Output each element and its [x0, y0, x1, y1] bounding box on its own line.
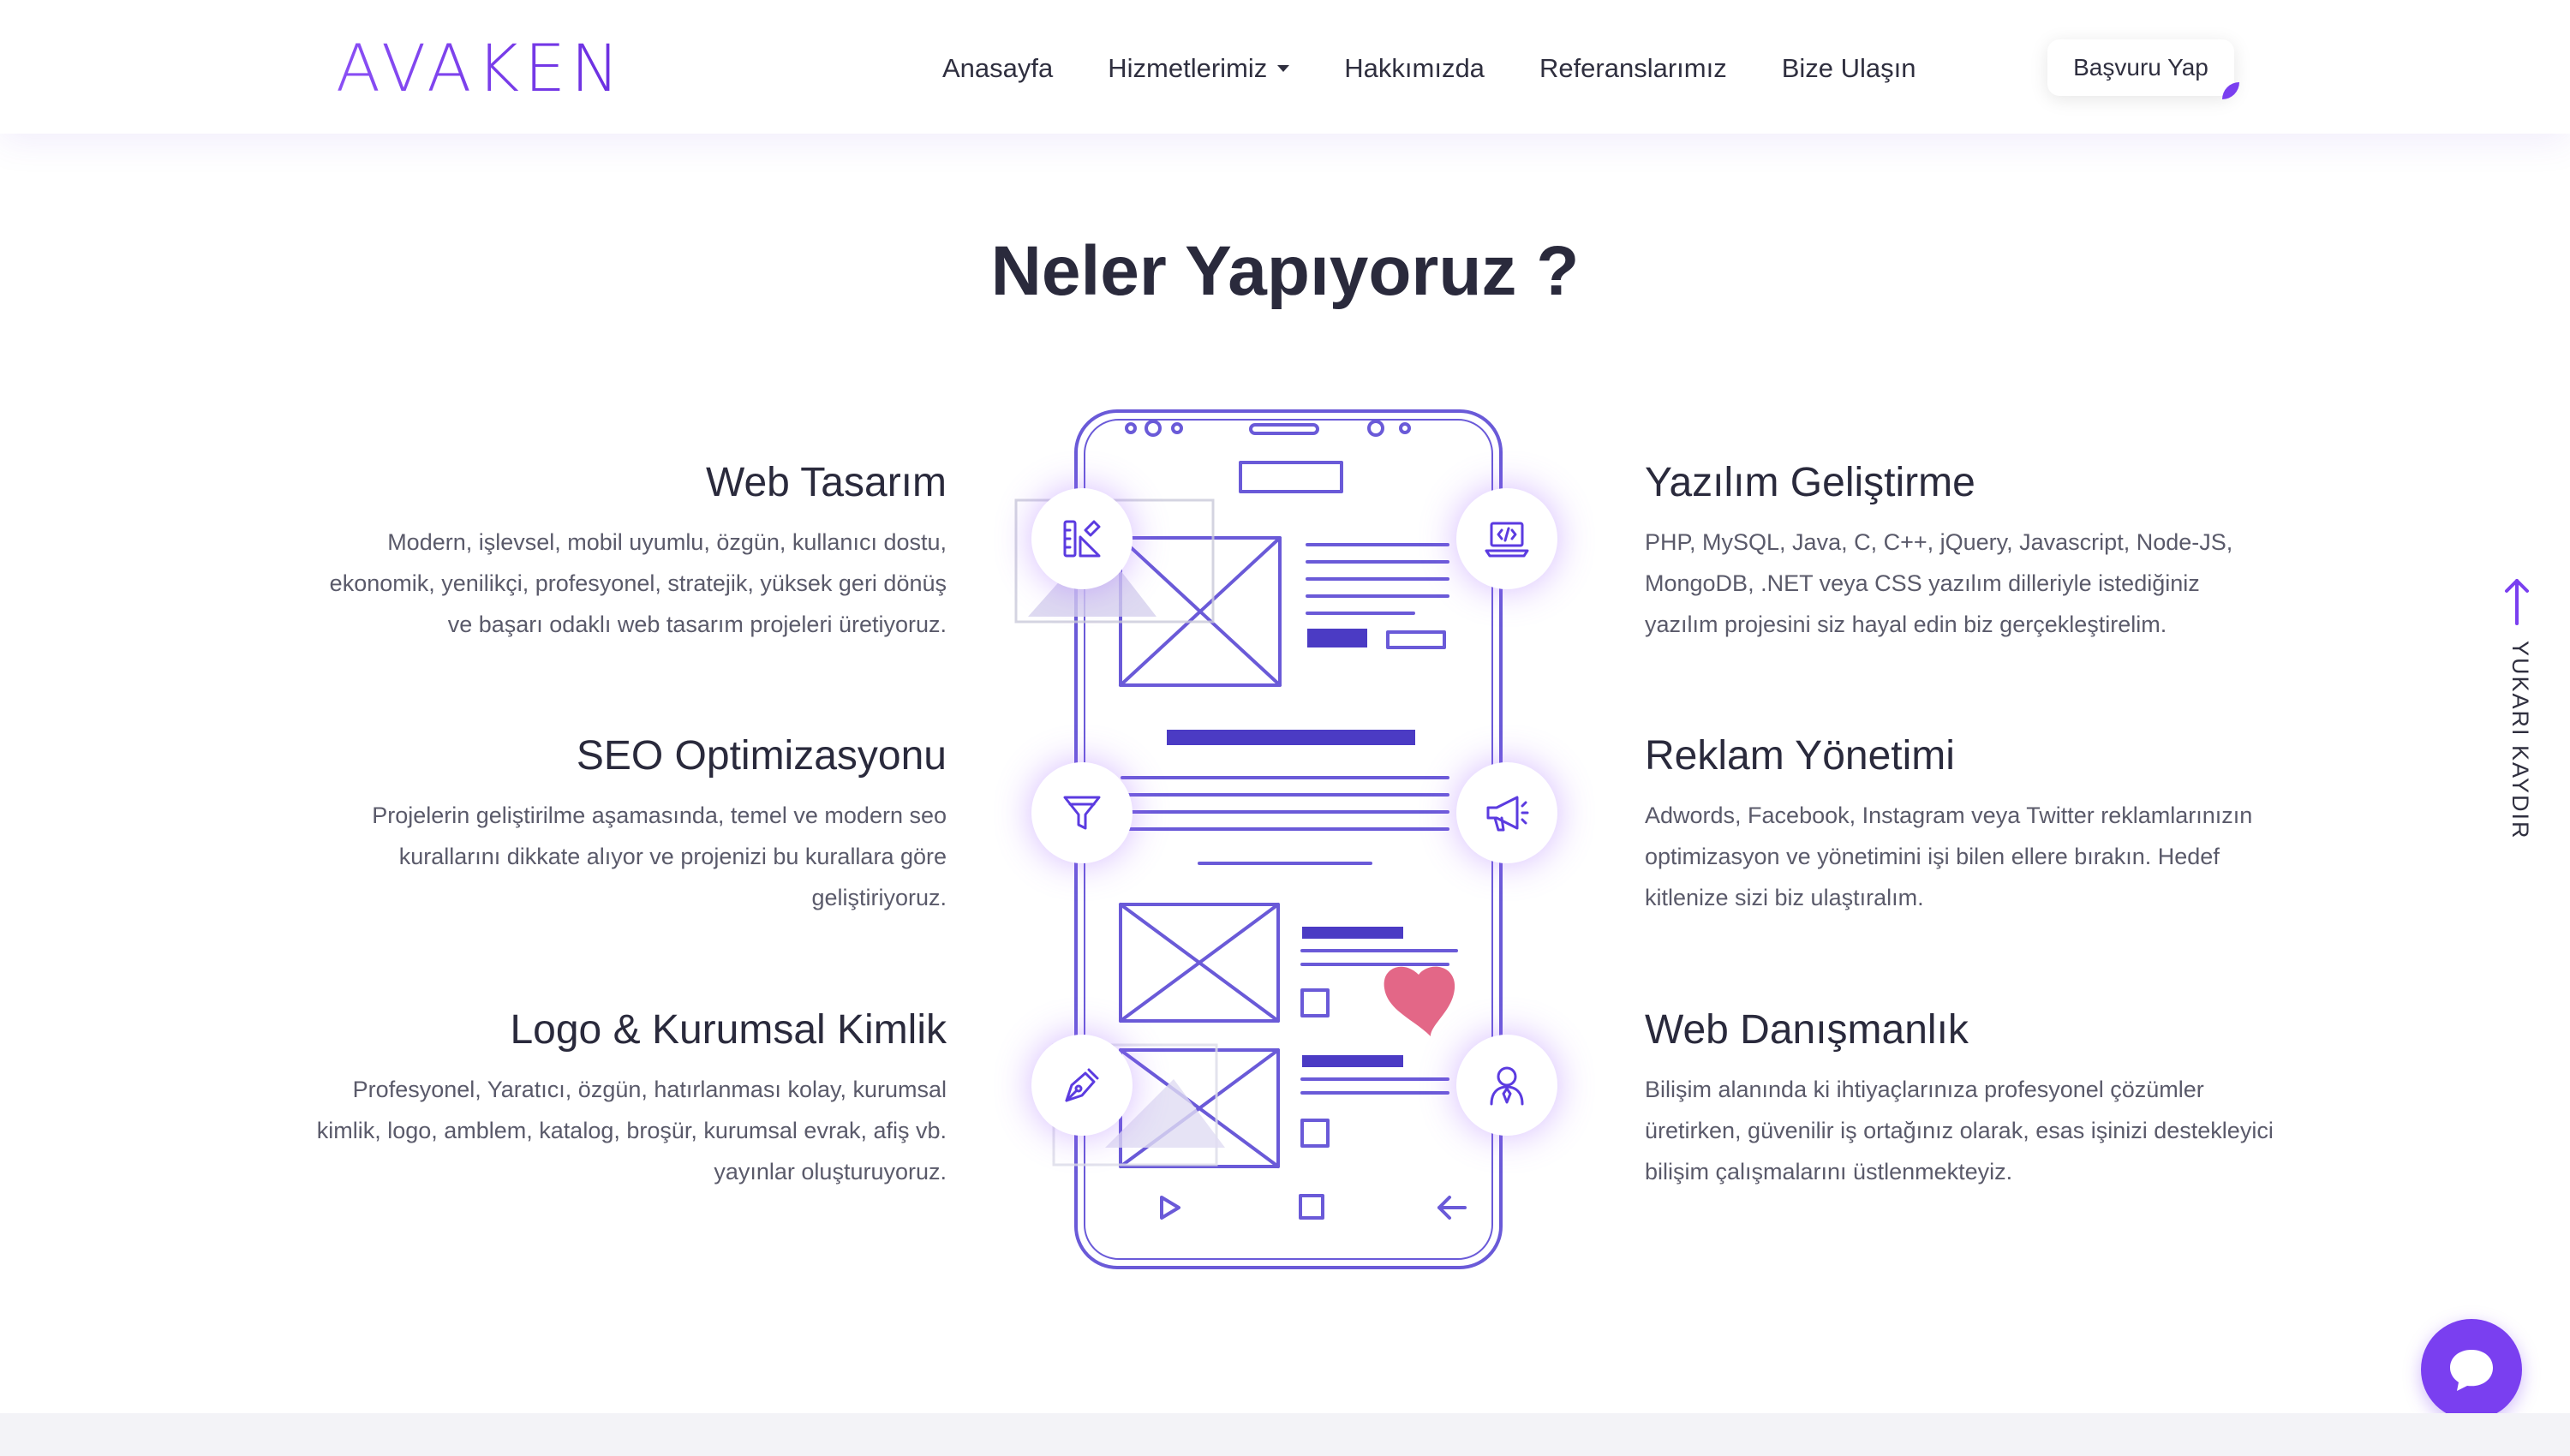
service-title: Reklam Yönetimi [1645, 733, 1955, 779]
service-description: Bilişim alanında ki ihtiyaçlarınıza prof… [1645, 1077, 2274, 1184]
scroll-to-top-label: YUKARI KAYDIR [2507, 641, 2533, 840]
service-ads: Reklam Yönetimi Adwords, Facebook, Insta… [1645, 732, 2279, 918]
service-title: Web Danışmanlık [1645, 1007, 1969, 1053]
nav-item-services[interactable]: Hizmetlerimiz [1108, 53, 1290, 84]
chevron-down-icon [1277, 65, 1290, 72]
megaphone-icon [1456, 762, 1557, 863]
accent-dot [2222, 82, 2239, 99]
nav-item-label: Anasayfa [942, 53, 1054, 83]
nav-item-home[interactable]: Anasayfa [942, 53, 1053, 84]
service-seo: SEO Optimizasyonu Projelerin geliştirilm… [313, 732, 947, 918]
design-tools-icon [1031, 488, 1133, 589]
main-nav: Anasayfa Hizmetlerimiz Hakkımızda Refera… [942, 45, 1916, 92]
nav-item-label: Hizmetlerimiz [1108, 53, 1268, 83]
consultant-user-icon [1456, 1035, 1557, 1136]
apply-button[interactable]: Başvuru Yap [2047, 39, 2239, 99]
nav-item-references[interactable]: Referanslarımız [1539, 53, 1727, 84]
apply-button-label: Başvuru Yap [2073, 54, 2208, 81]
funnel-icon [1031, 762, 1133, 863]
nav-item-label: Bize Ulaşın [1781, 53, 1916, 83]
section-title: Neler Yapıyoruz ? [990, 232, 1580, 310]
brand-logo[interactable]: AVAKEN [336, 30, 625, 106]
nav-item-contact[interactable]: Bize Ulaşın [1782, 53, 1916, 84]
pen-nib-icon [1031, 1035, 1133, 1136]
service-description: Adwords, Facebook, Instagram veya Twitte… [1645, 803, 2253, 910]
service-consulting: Web Danışmanlık Bilişim alanında ki ihti… [1645, 1006, 2279, 1192]
arrow-up-icon [2505, 579, 2529, 625]
chat-bubble-icon [2450, 1350, 2493, 1391]
chat-button[interactable] [2421, 1319, 2522, 1420]
site-header: AVAKEN Anasayfa Hizmetlerimiz Hakkımızda… [0, 0, 2570, 134]
phone-illustration [1002, 403, 1559, 1276]
service-description: PHP, MySQL, Java, C, C++, jQuery, Javasc… [1645, 529, 2233, 637]
next-section-strip [0, 1413, 2570, 1456]
service-description: Modern, işlevsel, mobil uyumlu, özgün, k… [329, 529, 947, 637]
service-title: Yazılım Geliştirme [1645, 460, 1975, 505]
service-title: Logo & Kurumsal Kimlik [510, 1007, 947, 1053]
laptop-code-icon [1456, 488, 1557, 589]
logo-text: AVAKEN [336, 29, 625, 106]
service-software-dev: Yazılım Geliştirme PHP, MySQL, Java, C, … [1645, 459, 2279, 645]
service-title: SEO Optimizasyonu [576, 733, 947, 779]
service-title: Web Tasarım [706, 460, 947, 505]
service-logo-identity: Logo & Kurumsal Kimlik Profesyonel, Yara… [313, 1006, 947, 1192]
service-web-design: Web Tasarım Modern, işlevsel, mobil uyum… [313, 459, 947, 645]
service-description: Profesyonel, Yaratıcı, özgün, hatırlanma… [316, 1077, 947, 1184]
nav-item-label: Referanslarımız [1539, 53, 1727, 83]
nav-item-label: Hakkımızda [1344, 53, 1485, 83]
service-description: Projelerin geliştirilme aşamasında, teme… [372, 803, 947, 910]
nav-item-about[interactable]: Hakkımızda [1344, 53, 1485, 84]
